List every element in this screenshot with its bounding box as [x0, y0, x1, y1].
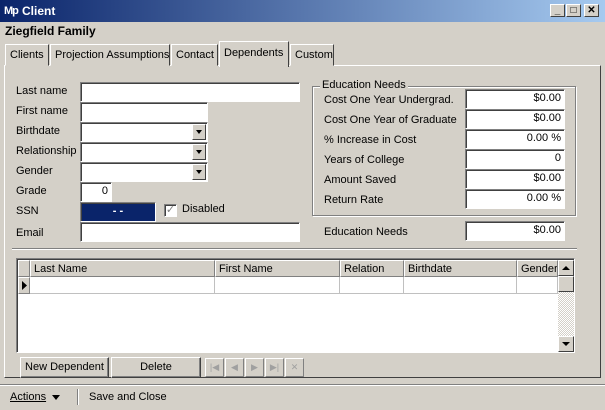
- grade-field[interactable]: 0: [80, 182, 112, 202]
- first-name-label: First name: [16, 105, 68, 117]
- edu-label-graduate: Cost One Year of Graduate: [324, 114, 457, 126]
- edu-label-saved: Amount Saved: [324, 174, 397, 186]
- app-logo-icon: Mp: [4, 5, 19, 17]
- chevron-down-icon[interactable]: [192, 144, 206, 160]
- edu-field-return[interactable]: 0.00 %: [465, 189, 565, 209]
- chevron-down-icon[interactable]: [52, 395, 60, 400]
- grid-cell[interactable]: [517, 277, 558, 294]
- client-family-name: Ziegfield Family: [5, 24, 96, 38]
- nav-prev-button[interactable]: ◀: [225, 358, 244, 377]
- disabled-checkbox[interactable]: ✓: [164, 204, 177, 217]
- edu-field-saved[interactable]: $0.00: [465, 169, 565, 189]
- maximize-button[interactable]: □: [566, 4, 581, 17]
- tab-dependents[interactable]: Dependents: [219, 41, 289, 67]
- birthdate-label: Birthdate: [16, 125, 61, 137]
- actions-menu-button[interactable]: Actions: [10, 391, 46, 403]
- edu-label-undergrad: Cost One Year Undergrad.: [324, 94, 454, 106]
- edu-field-undergrad[interactable]: $0.00: [465, 89, 565, 109]
- tab-clients[interactable]: Clients: [5, 44, 49, 66]
- relationship-label: Relationship: [16, 145, 77, 157]
- last-name-label: Last name: [16, 85, 68, 97]
- nav-first-button[interactable]: |◀: [205, 358, 224, 377]
- tab-projection-assumptions[interactable]: Projection Assumptions: [50, 44, 170, 66]
- grid-cell[interactable]: [340, 277, 404, 294]
- grid-corner: [18, 260, 30, 277]
- column-header-gender[interactable]: Gender: [517, 260, 558, 277]
- chevron-down-icon[interactable]: [192, 164, 206, 180]
- window-title: Client: [22, 4, 56, 18]
- row-selector-icon[interactable]: [18, 277, 30, 294]
- relationship-dropdown[interactable]: [80, 142, 208, 162]
- grade-label: Grade: [16, 185, 47, 197]
- edu-label-years: Years of College: [324, 154, 405, 166]
- footer-divider: [77, 389, 79, 405]
- chevron-down-icon[interactable]: [192, 124, 206, 140]
- scroll-down-button[interactable]: [558, 336, 574, 352]
- nav-next-button[interactable]: ▶: [245, 358, 264, 377]
- minimize-button[interactable]: _: [550, 4, 565, 17]
- save-and-close-button[interactable]: Save and Close: [89, 391, 167, 403]
- education-needs-total-field[interactable]: $0.00: [465, 221, 565, 241]
- delete-button[interactable]: Delete: [111, 357, 201, 378]
- edu-label-return: Return Rate: [324, 194, 384, 206]
- form-separator: [12, 248, 577, 250]
- ssn-label: SSN: [16, 205, 39, 217]
- grid-cell[interactable]: [215, 277, 340, 294]
- column-header-birthdate[interactable]: Birthdate: [404, 260, 517, 277]
- grid-cell[interactable]: [30, 277, 215, 294]
- close-button[interactable]: ✕: [584, 4, 599, 17]
- email-field[interactable]: [80, 222, 300, 242]
- edu-field-graduate[interactable]: $0.00: [465, 109, 565, 129]
- nav-last-button[interactable]: ▶|: [265, 358, 284, 377]
- scroll-up-button[interactable]: [558, 260, 574, 276]
- first-name-field[interactable]: [80, 102, 208, 122]
- ssn-field[interactable]: - -: [80, 202, 156, 222]
- scroll-thumb[interactable]: [558, 276, 574, 292]
- edu-field-years[interactable]: 0: [465, 149, 565, 169]
- title-bar[interactable]: [0, 0, 605, 22]
- current-row-arrow-icon: [22, 281, 27, 290]
- email-label: Email: [16, 227, 44, 239]
- chevron-down-icon: [562, 342, 570, 346]
- grid-cell[interactable]: [404, 277, 517, 294]
- column-header-first-name[interactable]: First Name: [215, 260, 340, 277]
- disabled-label: Disabled: [182, 203, 225, 215]
- column-header-last-name[interactable]: Last Name: [30, 260, 215, 277]
- new-dependent-button[interactable]: New Dependent: [20, 357, 109, 378]
- chevron-up-icon: [562, 266, 570, 270]
- last-name-field[interactable]: [80, 82, 300, 102]
- education-needs-total-label: Education Needs: [324, 226, 408, 238]
- edu-label-increase: % Increase in Cost: [324, 134, 417, 146]
- footer-separator: [0, 384, 605, 386]
- nav-cancel-button[interactable]: ✕: [285, 358, 304, 377]
- gender-dropdown[interactable]: [80, 162, 208, 182]
- gender-label: Gender: [16, 165, 53, 177]
- edu-field-increase[interactable]: 0.00 %: [465, 129, 565, 149]
- tab-contact[interactable]: Contact: [171, 44, 218, 66]
- education-needs-group-title: Education Needs: [320, 79, 408, 91]
- column-header-relation[interactable]: Relation: [340, 260, 404, 277]
- tab-custom[interactable]: Custom: [290, 44, 334, 66]
- birthdate-dropdown[interactable]: [80, 122, 208, 142]
